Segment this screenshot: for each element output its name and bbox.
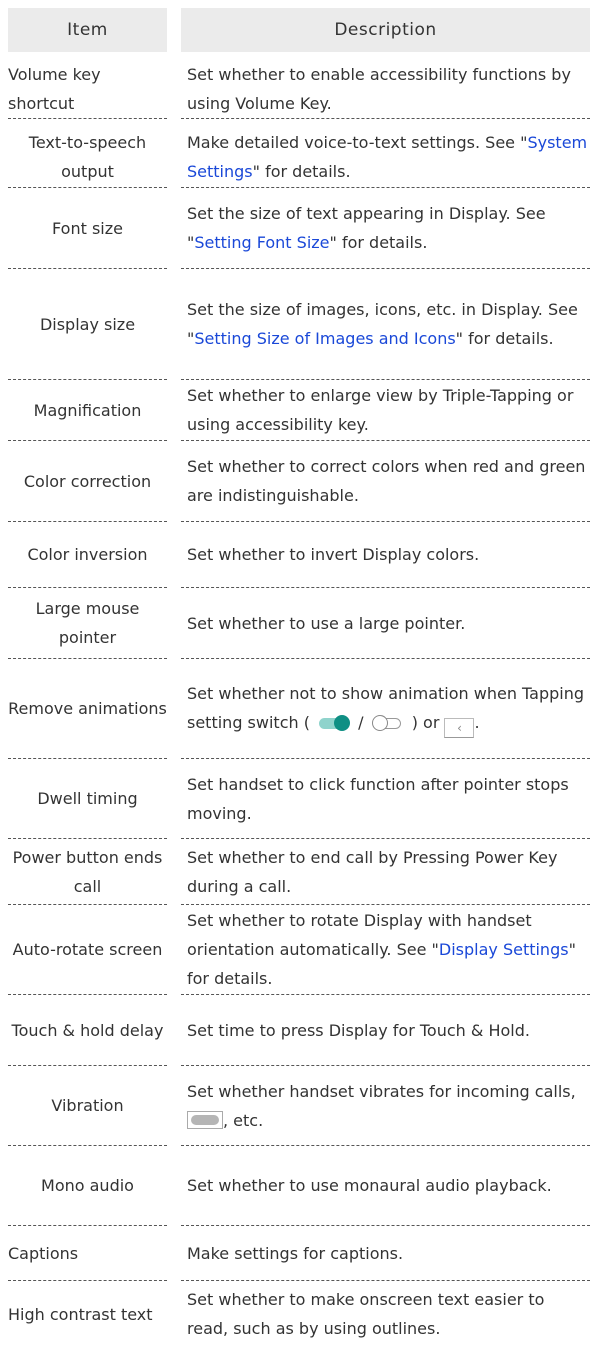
table-row: Magnification Set whether to enlarge vie… (0, 380, 590, 441)
description-text: Set time to press Display for Touch & Ho… (187, 1020, 530, 1040)
item-label: Magnification (33, 400, 142, 420)
table-row: Volume key shortcut Set whether to enabl… (0, 59, 590, 119)
item-cell: Dwell timing (8, 759, 167, 839)
item-cell: Display size (8, 269, 167, 380)
item-cell: Auto-rotate screen (8, 905, 167, 995)
item-label: Captions (8, 1243, 79, 1263)
item-cell: High contrast text (8, 1281, 167, 1347)
description-cell: Set whether to enlarge view by Triple-Ta… (181, 380, 590, 441)
item-label: Color correction (23, 471, 152, 491)
description-cell: Set whether to use monaural audio playba… (181, 1146, 590, 1226)
description-cell: Set whether to correct colors when red a… (181, 441, 590, 522)
item-cell: Vibration (8, 1066, 167, 1146)
table-row: Mono audio Set whether to use monaural a… (0, 1146, 590, 1226)
item-cell: Font size (8, 188, 167, 269)
table-row: Auto-rotate screen Set whether to rotate… (0, 905, 590, 995)
description-cell: Set whether to rotate Display with hands… (181, 905, 590, 995)
item-cell: Color inversion (8, 522, 167, 588)
item-label: High contrast text (8, 1304, 153, 1324)
description-text: Set whether to correct colors when red a… (187, 457, 586, 505)
item-label: Dwell timing (37, 789, 138, 808)
table-row: Dwell timing Set handset to click functi… (0, 759, 590, 839)
description-text: Set whether to invert Display colors. (187, 545, 480, 564)
item-label: Large mouse pointer (35, 599, 140, 647)
description-text: Make detailed voice-to-text settings. Se… (187, 133, 588, 181)
description-cell: Set handset to click function after poin… (181, 759, 590, 839)
accessibility-settings-table: Item Description Volume key shortcut Set… (0, 0, 590, 1349)
column-header-item: Item (8, 8, 167, 52)
item-label: Vibration (51, 1096, 124, 1115)
table-row: Touch & hold delay Set time to press Dis… (0, 995, 590, 1066)
table-row: High contrast text Set whether to make o… (0, 1281, 590, 1347)
item-cell: Mono audio (8, 1146, 167, 1226)
table-row: Captions Make settings for captions. (0, 1226, 590, 1281)
item-cell: Power button ends call (8, 839, 167, 905)
item-cell: Touch & hold delay (8, 995, 167, 1066)
item-label: Text-to-speech output (28, 133, 147, 181)
description-cell: Set whether to make onscreen text easier… (181, 1281, 590, 1347)
vibration-key-icon (187, 1110, 223, 1129)
item-cell: Color correction (8, 441, 167, 522)
item-cell: Volume key shortcut (8, 59, 167, 119)
toggle-on-icon (317, 715, 351, 731)
description-cell: Set whether to end call by Pressing Powe… (181, 839, 590, 905)
description-cell: Set the size of text appearing in Displa… (181, 188, 590, 269)
item-cell: Remove animations (8, 659, 167, 759)
description-text: Set whether to rotate Display with hands… (187, 911, 576, 988)
description-text: Set the size of images, icons, etc. in D… (187, 300, 578, 348)
table-row: Remove animations Set whether not to sho… (0, 659, 590, 759)
description-cell: Make detailed voice-to-text settings. Se… (181, 127, 590, 188)
description-text: Set handset to click function after poin… (187, 774, 569, 823)
description-text: Make settings for captions. (187, 1243, 404, 1263)
toggle-off-icon (371, 715, 405, 731)
column-header-description: Description (181, 8, 590, 52)
description-cell: Set whether to use a large pointer. (181, 588, 590, 659)
description-text: Set whether to make onscreen text easier… (187, 1290, 545, 1338)
item-label: Volume key shortcut (8, 64, 101, 113)
description-text: Set whether to use a large pointer. (187, 613, 466, 633)
link-display-settings[interactable]: Display Settings (439, 940, 569, 959)
item-cell: Large mouse pointer (8, 588, 167, 659)
item-label: Color inversion (27, 545, 148, 564)
description-cell: Set whether handset vibrates for incomin… (181, 1066, 590, 1146)
table-row: Text-to-speech output Make detailed voic… (0, 127, 590, 188)
table-row: Color inversion Set whether to invert Di… (0, 522, 590, 588)
table-row: Large mouse pointer Set whether to use a… (0, 588, 590, 659)
description-cell: Set time to press Display for Touch & Ho… (181, 995, 590, 1066)
description-text: Set whether to end call by Pressing Powe… (187, 847, 558, 896)
link-setting-font-size[interactable]: Setting Font Size (194, 233, 329, 252)
link-setting-size-images-icons[interactable]: Setting Size of Images and Icons (194, 329, 455, 348)
item-label: Touch & hold delay (11, 1020, 164, 1040)
item-label: Mono audio (41, 1176, 134, 1195)
description-text: Set whether to enable accessibility func… (187, 64, 571, 113)
item-label: Auto-rotate screen (12, 940, 163, 959)
description-cell: Set whether to enable accessibility func… (181, 59, 590, 119)
item-label: Font size (52, 218, 123, 238)
description-text: Set the size of text appearing in Displa… (187, 204, 546, 252)
table-row: Power button ends call Set whether to en… (0, 839, 590, 905)
description-text: Set whether not to show animation when T… (181, 679, 590, 738)
description-cell: Set the size of images, icons, etc. in D… (181, 269, 590, 380)
description-cell: Make settings for captions. (181, 1226, 590, 1281)
item-cell: Text-to-speech output (8, 127, 167, 188)
item-cell: Captions (8, 1226, 167, 1281)
item-label: Power button ends call (12, 847, 163, 896)
item-cell: Magnification (8, 380, 167, 441)
description-cell: Set whether not to show animation when T… (181, 659, 590, 759)
table-row: Vibration Set whether handset vibrates f… (0, 1066, 590, 1146)
back-key-icon: ‹ (444, 718, 475, 738)
description-text: Set whether handset vibrates for incomin… (187, 1081, 576, 1130)
table-row: Display size Set the size of images, ico… (0, 269, 590, 380)
description-cell: Set whether to invert Display colors. (181, 522, 590, 588)
item-label: Display size (39, 314, 136, 334)
item-label: Remove animations (8, 699, 167, 718)
description-text: Set whether to use monaural audio playba… (187, 1176, 552, 1195)
description-text: Set whether to enlarge view by Triple-Ta… (187, 386, 574, 434)
table-row: Font size Set the size of text appearing… (0, 188, 590, 269)
table-row: Color correction Set whether to correct … (0, 441, 590, 522)
